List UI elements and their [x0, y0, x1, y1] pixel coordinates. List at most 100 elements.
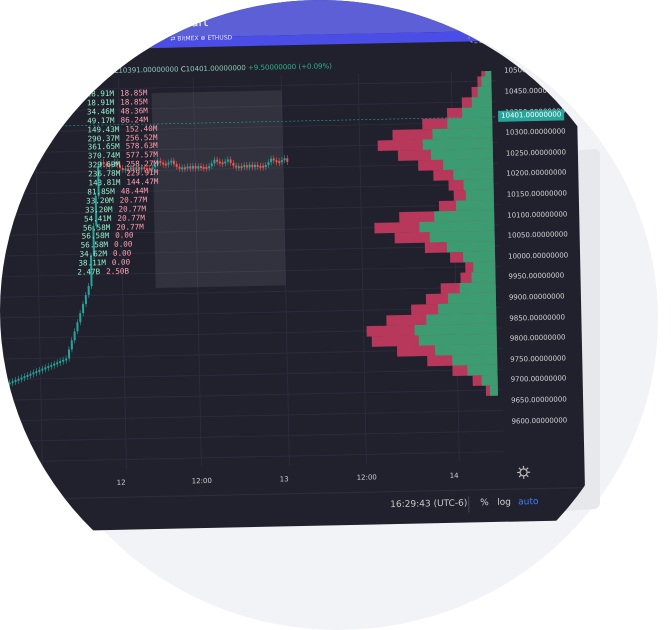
- candle-body: [29, 373, 32, 376]
- price-tick: 9800.00000000: [509, 333, 566, 343]
- price-tick: 9900.00000000: [508, 292, 565, 302]
- gear-icon[interactable]: [516, 465, 531, 479]
- candle-body: [194, 165, 197, 169]
- profile-buy-bar: [462, 251, 496, 263]
- profile-buy-bar: [461, 107, 493, 119]
- candle-body: [216, 159, 219, 162]
- price-tick: 10450.00000000: [504, 86, 565, 96]
- candle-body: [251, 164, 254, 168]
- candle-body: [50, 364, 53, 367]
- candle-body: [229, 159, 232, 164]
- candle-body: [254, 164, 257, 168]
- candle-body: [162, 162, 165, 165]
- candle-body: [189, 166, 192, 169]
- profile-buy-bar: [447, 292, 497, 305]
- chart-window: Chart ⇄ BitMEX ⊕ ETHUSD 0000000 L10391.0…: [0, 0, 586, 533]
- percent-toggle[interactable]: %: [480, 498, 489, 508]
- change-value: +9.50000000 (+0.09%): [247, 62, 333, 73]
- grid-line-h: [0, 451, 505, 463]
- candle-body: [2, 385, 5, 388]
- candle-body: [81, 304, 85, 314]
- candle-body: [170, 160, 173, 163]
- candle-body: [56, 362, 59, 365]
- profile-buy-bar: [418, 333, 497, 346]
- candle-body: [76, 322, 79, 332]
- candle-body: [41, 368, 44, 371]
- candle-body: [159, 160, 162, 163]
- candle-body: [32, 372, 35, 375]
- candle-body: [65, 358, 68, 361]
- grid-line-h: [0, 430, 504, 443]
- profile-buy-bar: [430, 148, 494, 161]
- divider: [468, 496, 470, 513]
- candle-body: [167, 162, 170, 165]
- candle-body: [191, 165, 194, 169]
- candle-body: [256, 164, 259, 167]
- profile-buy-bar: [446, 241, 495, 253]
- profile-buy-bar: [463, 179, 494, 191]
- range-highlight: [151, 90, 286, 289]
- candle-body: [264, 164, 267, 168]
- profile-buy-bar: [434, 210, 495, 222]
- grid-line-h: [0, 368, 503, 381]
- candle-body: [259, 165, 262, 168]
- grid-line-h: [0, 389, 503, 402]
- candle-body: [283, 158, 286, 161]
- candle-body: [183, 167, 186, 170]
- symbol-label[interactable]: ⇄ BitMEX ⊕ ETHUSD: [170, 34, 232, 42]
- auto-toggle[interactable]: auto: [518, 497, 538, 507]
- price-plot[interactable]: [0, 70, 505, 472]
- profile-buy-bar: [419, 220, 495, 233]
- candle-body: [175, 164, 178, 167]
- price-tick: 10100.00000000: [507, 209, 568, 220]
- time-tick: 12:00: [356, 473, 377, 482]
- candle-body: [17, 378, 20, 381]
- profile-buy-bar: [438, 302, 497, 315]
- ohlc-legend: 0000000 L10391.00000000 C10401.00000000 …: [81, 62, 332, 75]
- candle-body: [221, 162, 224, 165]
- window-title: Chart: [174, 14, 209, 30]
- price-tick: 10300.00000000: [505, 127, 566, 137]
- price-axis[interactable]: 1050010450.0000000010350.0000000010300.0…: [496, 66, 568, 461]
- candle-body: [240, 166, 243, 169]
- candle-body: [47, 366, 50, 369]
- time-tick: 13: [279, 475, 289, 484]
- candle-body: [172, 160, 175, 165]
- price-tick: 10250.00000000: [505, 148, 567, 158]
- candle-body: [67, 349, 71, 359]
- log-toggle[interactable]: log: [497, 498, 511, 508]
- profile-buy-bar: [453, 168, 494, 181]
- candle-body: [208, 166, 211, 169]
- candle-body: [23, 376, 26, 379]
- price-tick: 9750.00000000: [510, 354, 566, 364]
- volume-profile: [366, 70, 498, 396]
- candle-body: [26, 374, 29, 377]
- candle-body: [8, 382, 11, 385]
- profile-buy-bar: [477, 86, 492, 98]
- profile-buy-bar: [447, 117, 493, 129]
- candle-body: [200, 166, 203, 169]
- open-value: 0000000: [81, 66, 113, 76]
- candle-body: [235, 165, 238, 168]
- candle-body: [35, 371, 38, 374]
- buy-volume: 2.47B: [77, 267, 101, 277]
- candle-body: [213, 159, 216, 164]
- grid-line-h: [0, 410, 504, 422]
- price-tick: 9950.00000000: [508, 271, 565, 282]
- candle-body: [272, 158, 275, 161]
- time-tick: 12:00: [32, 480, 54, 489]
- profile-buy-bar: [432, 127, 493, 140]
- candle-body: [224, 161, 227, 164]
- circular-viewport: Chart ⇄ BitMEX ⊕ ETHUSD 0000000 L10391.0…: [0, 0, 640, 622]
- sell-volume: 20.77M: [116, 221, 144, 232]
- profile-buy-bar: [452, 354, 498, 366]
- time-tick: 12:00: [191, 476, 212, 486]
- time-tick: 12: [116, 478, 126, 487]
- candle-body: [248, 164, 251, 168]
- candle-body: [275, 160, 278, 163]
- grid-line-h: [0, 286, 501, 299]
- candle-body: [267, 162, 270, 165]
- candle-body: [202, 166, 205, 169]
- profile-buy-bar: [471, 271, 496, 283]
- maximize-icon[interactable]: [468, 30, 493, 44]
